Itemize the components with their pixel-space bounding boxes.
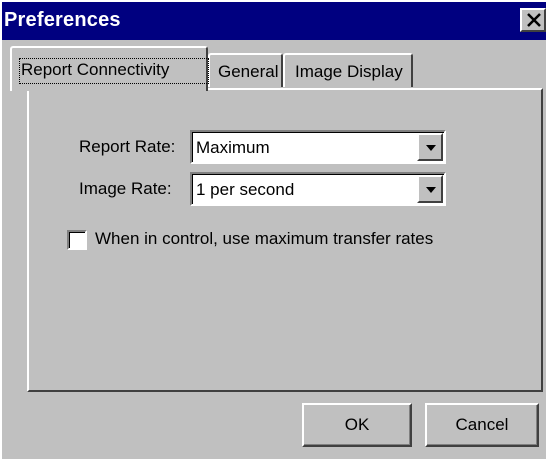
max-transfer-checkbox[interactable] xyxy=(67,230,87,250)
image-rate-select[interactable]: 1 per second xyxy=(190,172,446,206)
tab-label: General xyxy=(218,62,279,81)
report-rate-label: Report Rate: xyxy=(79,137,176,156)
image-rate-dropdown-button[interactable] xyxy=(417,175,443,203)
chevron-down-icon xyxy=(426,187,436,193)
report-rate-dropdown-button[interactable] xyxy=(417,133,443,161)
tab-panel: Report Rate: Maximum Image Rate: 1 per s… xyxy=(27,88,543,392)
dialog-title: Preferences xyxy=(4,9,121,31)
chevron-down-icon xyxy=(426,145,436,151)
tab-image-display[interactable]: Image Display xyxy=(283,53,413,87)
report-rate-select[interactable]: Maximum xyxy=(190,130,446,164)
ok-button[interactable]: OK xyxy=(302,403,412,447)
tab-report-connectivity[interactable]: Report Connectivity xyxy=(10,46,209,91)
tab-general[interactable]: General xyxy=(208,53,283,87)
report-rate-value: Maximum xyxy=(196,138,270,157)
close-x-icon xyxy=(527,13,541,27)
title-bar[interactable]: Preferences xyxy=(2,2,546,40)
close-button[interactable] xyxy=(520,8,546,32)
image-rate-value: 1 per second xyxy=(196,180,295,199)
cancel-button[interactable]: Cancel xyxy=(425,403,539,447)
tab-label: Image Display xyxy=(295,62,403,81)
max-transfer-label[interactable]: When in control, use maximum transfer ra… xyxy=(95,229,433,249)
tab-label: Report Connectivity xyxy=(21,60,170,79)
preferences-dialog: Preferences Report Connectivity General … xyxy=(0,0,546,459)
image-rate-label: Image Rate: xyxy=(79,179,172,198)
